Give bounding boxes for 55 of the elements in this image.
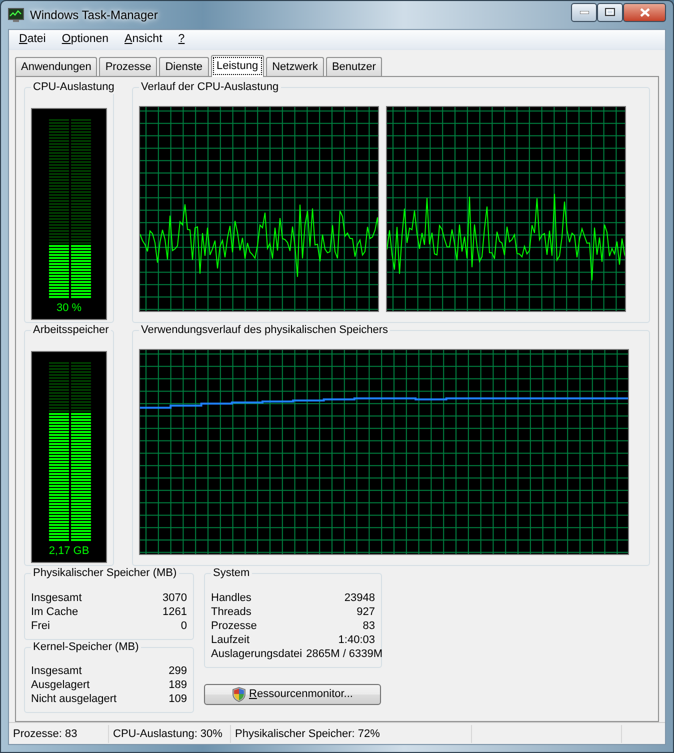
status-text: Prozesse: 83: [9, 724, 109, 742]
stat-label: Threads: [211, 604, 252, 618]
tab[interactable]: Prozesse: [99, 57, 158, 76]
close-button[interactable]: [623, 2, 666, 22]
meter-reading: 2,17 GB: [48, 544, 90, 558]
tab[interactable]: Netzwerk: [266, 57, 324, 76]
app-icon: [8, 8, 24, 22]
stat-value: 927: [356, 604, 375, 618]
stat-value: 3070: [162, 590, 187, 604]
stat-value: 189: [168, 678, 187, 692]
stat-label: Ausgelagert: [31, 678, 90, 692]
stat-value: 2865M / 6339M: [306, 646, 383, 660]
menu-item[interactable]: Datei: [11, 30, 54, 48]
resource-monitor-button[interactable]: Ressourcenmonitor...: [204, 684, 381, 704]
status-text: Physikalischer Speicher: 72%: [231, 724, 472, 742]
stat-value: 83: [362, 618, 375, 632]
group-label: Physikalischer Speicher (MB): [31, 566, 179, 580]
maximize-icon: [605, 8, 615, 16]
menu-item[interactable]: Optionen: [54, 30, 117, 48]
minimize-icon: [580, 10, 588, 14]
menu-item[interactable]: Ansicht: [116, 30, 170, 48]
window-title: Windows Task-Manager: [30, 7, 158, 24]
stat-value: 1261: [162, 604, 187, 618]
tab[interactable]: Anwendungen: [15, 57, 98, 76]
stat-value: 23948: [344, 590, 375, 604]
stat-label: Im Cache: [31, 604, 78, 618]
status-text: CPU-Auslastung: 30%: [109, 724, 231, 742]
group-label: Arbeitsspeicher: [31, 323, 111, 337]
tab[interactable]: Leistung: [210, 55, 264, 77]
stat-value: 0: [180, 618, 187, 632]
stat-label: Laufzeit: [211, 632, 250, 646]
close-icon: [640, 8, 650, 16]
meter-track: [49, 362, 91, 411]
stat-label: Nicht ausgelagert: [31, 692, 117, 706]
stat-label: Frei: [31, 618, 50, 632]
tab[interactable]: Dienste: [159, 57, 208, 76]
group-label: Kernel-Speicher (MB): [31, 640, 141, 654]
stat-label: Insgesamt: [31, 664, 82, 678]
stat-value: 109: [168, 692, 187, 706]
group-label: Verlauf der CPU-Auslastung: [139, 80, 281, 94]
tab[interactable]: Benutzer: [326, 57, 382, 76]
shield-icon: [232, 686, 246, 702]
maximize-button[interactable]: [597, 2, 623, 22]
group-label: System: [211, 566, 252, 580]
stat-value: 1:40:03: [338, 632, 375, 646]
stat-label: Insgesamt: [31, 590, 82, 604]
stat-value: 299: [168, 664, 187, 678]
stat-label: Handles: [211, 590, 252, 604]
meter-reading: 30 %: [56, 300, 82, 314]
group-label: CPU-Auslastung: [31, 80, 116, 94]
menu-item[interactable]: ?: [170, 30, 193, 48]
minimize-button[interactable]: [571, 2, 597, 22]
group-label: Verwendungsverlauf des physikalischen Speichers: [139, 323, 390, 337]
stat-label: Prozesse: [211, 618, 257, 632]
stat-label: Auslagerungsdatei: [211, 646, 302, 660]
